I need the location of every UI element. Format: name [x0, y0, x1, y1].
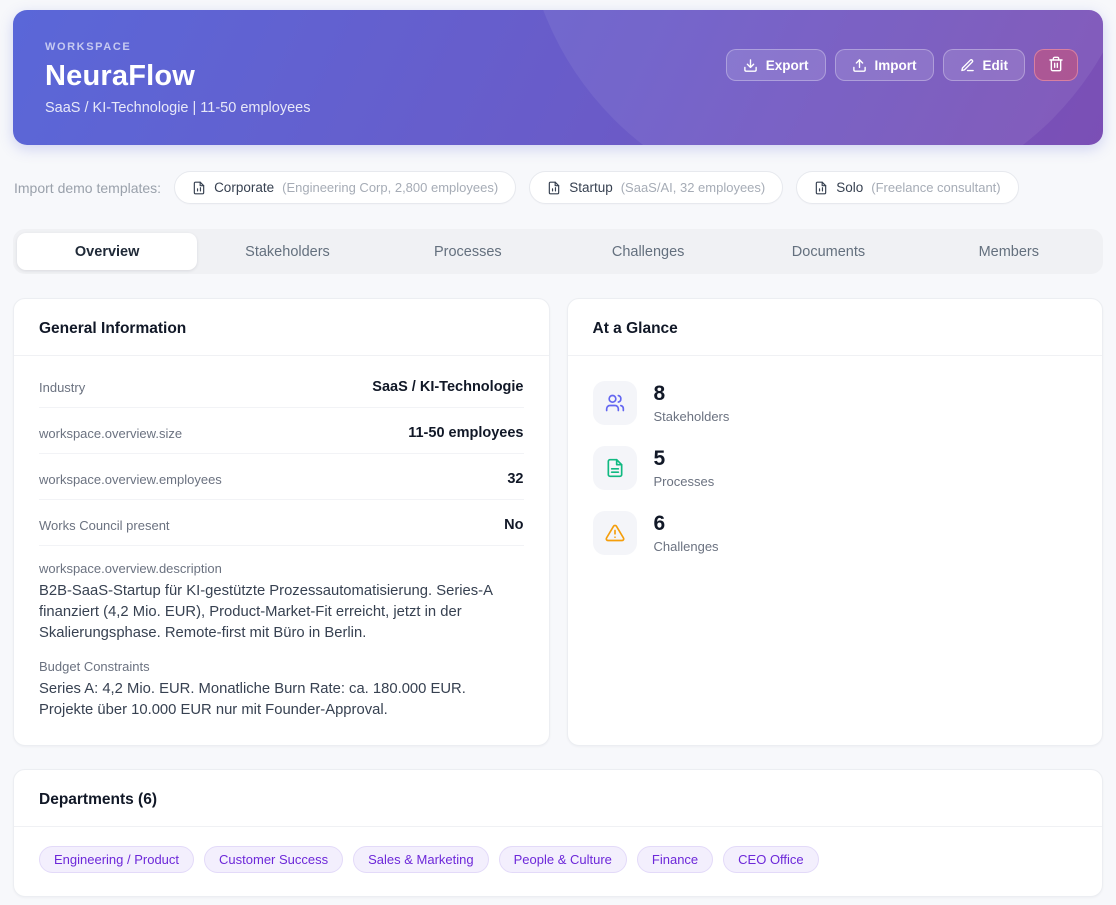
- description-text: B2B-SaaS-Startup für KI-gestützte Prozes…: [39, 581, 524, 644]
- stat-text: 6 Challenges: [654, 512, 719, 554]
- workspace-banner: WORKSPACE NeuraFlow SaaS / KI-Technologi…: [13, 10, 1103, 145]
- card-header: Departments (6): [14, 770, 1102, 827]
- info-value: 11-50 employees: [408, 425, 523, 441]
- stat-value: 5: [654, 447, 715, 471]
- stat-text: 8 Stakeholders: [654, 382, 730, 424]
- overview-content: General Information Industry SaaS / KI-T…: [13, 298, 1103, 746]
- at-a-glance-card: At a Glance 8 Stakeholders: [567, 298, 1104, 746]
- budget-label: Budget Constraints: [39, 659, 524, 674]
- stat-challenges: 6 Challenges: [593, 511, 1078, 555]
- template-solo-button[interactable]: Solo (Freelance consultant): [796, 171, 1018, 204]
- general-information-title: General Information: [39, 320, 524, 338]
- info-label: workspace.overview.size: [39, 426, 182, 441]
- department-pill: Finance: [637, 846, 713, 873]
- upload-icon: [852, 58, 867, 73]
- info-row-size: workspace.overview.size 11-50 employees: [39, 408, 524, 454]
- at-a-glance-title: At a Glance: [593, 320, 1078, 338]
- info-row-employees: workspace.overview.employees 32: [39, 454, 524, 500]
- edit-button-label: Edit: [983, 58, 1009, 73]
- template-detail: (Freelance consultant): [871, 180, 1000, 195]
- department-pill: Customer Success: [204, 846, 343, 873]
- budget-block: Budget Constraints Series A: 4,2 Mio. EU…: [39, 644, 524, 721]
- card-header: General Information: [14, 299, 549, 356]
- at-a-glance-body: 8 Stakeholders 5 Processes: [568, 356, 1103, 579]
- tab-documents[interactable]: Documents: [738, 233, 918, 270]
- stat-label: Stakeholders: [654, 409, 730, 424]
- departments-list: Engineering / Product Customer Success S…: [14, 827, 1102, 896]
- template-corporate-button[interactable]: Corporate (Engineering Corp, 2,800 emplo…: [174, 171, 516, 204]
- tab-members[interactable]: Members: [919, 233, 1099, 270]
- file-text-icon: [593, 446, 637, 490]
- description-block: workspace.overview.description B2B-SaaS-…: [39, 546, 524, 644]
- department-pill: People & Culture: [499, 846, 627, 873]
- edit-button[interactable]: Edit: [943, 49, 1026, 81]
- users-icon: [593, 381, 637, 425]
- tab-overview[interactable]: Overview: [17, 233, 197, 270]
- export-button[interactable]: Export: [726, 49, 826, 81]
- info-value: 32: [507, 471, 523, 487]
- template-detail: (Engineering Corp, 2,800 employees): [282, 180, 498, 195]
- description-label: workspace.overview.description: [39, 561, 524, 576]
- tab-processes[interactable]: Processes: [378, 233, 558, 270]
- info-label: Industry: [39, 380, 85, 395]
- warning-triangle-icon: [593, 511, 637, 555]
- template-detail: (SaaS/AI, 32 employees): [621, 180, 766, 195]
- stat-value: 8: [654, 382, 730, 406]
- general-information-card: General Information Industry SaaS / KI-T…: [13, 298, 550, 746]
- info-value: SaaS / KI-Technologie: [372, 379, 523, 395]
- workspace-subtitle: SaaS / KI-Technologie | 11-50 employees: [45, 100, 1071, 116]
- import-button[interactable]: Import: [835, 49, 934, 81]
- template-name: Solo: [836, 180, 863, 195]
- template-startup-button[interactable]: Startup (SaaS/AI, 32 employees): [529, 171, 783, 204]
- departments-card: Departments (6) Engineering / Product Cu…: [13, 769, 1103, 897]
- department-pill: CEO Office: [723, 846, 819, 873]
- stat-value: 6: [654, 512, 719, 536]
- general-information-body: Industry SaaS / KI-Technologie workspace…: [14, 356, 549, 745]
- delete-workspace-button[interactable]: [1034, 49, 1078, 81]
- info-row-works-council: Works Council present No: [39, 500, 524, 546]
- file-template-icon: [814, 181, 828, 195]
- import-button-label: Import: [875, 58, 917, 73]
- pencil-icon: [960, 58, 975, 73]
- tab-challenges[interactable]: Challenges: [558, 233, 738, 270]
- departments-title: Departments (6): [39, 791, 1077, 809]
- workspace-page: WORKSPACE NeuraFlow SaaS / KI-Technologi…: [0, 0, 1116, 905]
- file-template-icon: [192, 181, 206, 195]
- demo-templates-row: Import demo templates: Corporate (Engine…: [13, 171, 1103, 204]
- stat-label: Processes: [654, 474, 715, 489]
- export-button-label: Export: [766, 58, 809, 73]
- stat-text: 5 Processes: [654, 447, 715, 489]
- tab-stakeholders[interactable]: Stakeholders: [197, 233, 377, 270]
- file-template-icon: [547, 181, 561, 195]
- info-value: No: [504, 517, 523, 533]
- info-label: workspace.overview.employees: [39, 472, 222, 487]
- demo-templates-label: Import demo templates:: [14, 180, 161, 196]
- stat-stakeholders: 8 Stakeholders: [593, 381, 1078, 425]
- trash-icon: [1048, 56, 1064, 75]
- card-header: At a Glance: [568, 299, 1103, 356]
- template-name: Corporate: [214, 180, 274, 195]
- department-pill: Sales & Marketing: [353, 846, 489, 873]
- department-pill: Engineering / Product: [39, 846, 194, 873]
- stat-label: Challenges: [654, 539, 719, 554]
- download-icon: [743, 58, 758, 73]
- banner-actions: Export Import Edit: [726, 49, 1078, 81]
- budget-text: Series A: 4,2 Mio. EUR. Monatliche Burn …: [39, 679, 524, 721]
- info-row-industry: Industry SaaS / KI-Technologie: [39, 362, 524, 408]
- workspace-tabs: Overview Stakeholders Processes Challeng…: [13, 229, 1103, 274]
- stat-processes: 5 Processes: [593, 446, 1078, 490]
- info-label: Works Council present: [39, 518, 170, 533]
- template-name: Startup: [569, 180, 613, 195]
